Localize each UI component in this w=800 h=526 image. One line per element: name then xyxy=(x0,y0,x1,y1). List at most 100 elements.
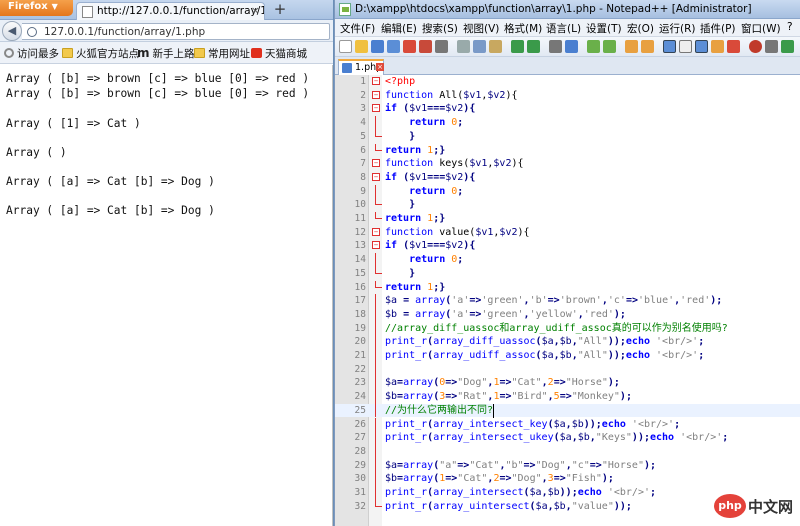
line-number: 32 xyxy=(354,500,366,512)
line-number: 1 xyxy=(360,76,366,87)
page-icon xyxy=(82,6,93,18)
fold-collapse-icon[interactable]: − xyxy=(372,90,380,99)
find-icon[interactable] xyxy=(549,40,562,53)
browser-tab[interactable]: http://127.0.0.1/function/array/1.php × xyxy=(76,2,265,20)
bookmark-common-sites[interactable]: 常用网址 xyxy=(194,46,250,61)
close-file-icon[interactable] xyxy=(403,40,416,53)
cut-icon[interactable] xyxy=(457,40,470,53)
open-folder-icon[interactable] xyxy=(355,40,368,53)
fold-collapse-icon[interactable]: − xyxy=(372,104,380,113)
menu-macro[interactable]: 宏(O) xyxy=(627,21,654,36)
code-text: $a=array("a"=>"Cat","b"=>"Dog","c"=>"Hor… xyxy=(385,459,657,471)
menu-language[interactable]: 语言(L) xyxy=(546,21,581,36)
redo-icon[interactable] xyxy=(527,40,540,53)
fold-collapse-icon[interactable]: − xyxy=(372,172,380,181)
code-text: return 0; xyxy=(409,117,464,129)
menu-edit[interactable]: 编辑(E) xyxy=(381,21,417,36)
bookmark-most-visited[interactable]: 访问最多 xyxy=(4,46,59,61)
back-button[interactable]: ◀ xyxy=(2,21,22,41)
fold-line xyxy=(375,472,376,486)
gear-icon xyxy=(4,48,14,58)
undo-icon[interactable] xyxy=(511,40,524,53)
bookmark-tmall[interactable]: 天猫商城 xyxy=(251,46,307,61)
indent-guide-icon[interactable] xyxy=(695,40,708,53)
code-line: 18 $b = array('a'=>'green','yellow','red'… xyxy=(335,307,800,322)
code-text: $b=array(1=>"Cat",2=>"Dog",3=>"Fish"); xyxy=(385,473,614,485)
line-number: 9 xyxy=(360,185,366,197)
code-text: print_r(array_intersect($a,$b));echo '<b… xyxy=(385,487,657,498)
menu-plugins[interactable]: 插件(P) xyxy=(700,21,736,36)
code-text: print_r(array_uintersect($a,$b,"value"))… xyxy=(385,500,632,512)
menu-window[interactable]: 窗口(W) xyxy=(741,21,781,36)
code-text: print_r(array_intersect_ukey($a,$b,"Keys… xyxy=(385,432,729,444)
line-number: 6 xyxy=(360,144,366,156)
fold-collapse-icon[interactable]: − xyxy=(372,159,380,168)
menu-settings[interactable]: 设置(T) xyxy=(586,21,622,36)
close-icon[interactable]: × xyxy=(251,4,260,17)
stop-macro-icon[interactable] xyxy=(765,40,778,53)
fold-collapse-icon[interactable]: − xyxy=(372,77,380,85)
menu-run[interactable]: 运行(R) xyxy=(659,21,696,36)
document-tab[interactable]: 1.php × xyxy=(338,59,384,75)
close-icon[interactable]: × xyxy=(376,63,384,71)
fold-line xyxy=(375,321,376,336)
copy-icon[interactable] xyxy=(473,40,486,53)
replace-icon[interactable] xyxy=(565,40,578,53)
globe-icon xyxy=(27,27,37,37)
word-wrap-icon[interactable] xyxy=(663,40,676,53)
code-line-current: 25 //为什么它两输出不同? xyxy=(335,403,800,418)
code-text: } xyxy=(409,267,416,279)
save-all-icon[interactable] xyxy=(387,40,400,53)
sync-horizontal-icon[interactable] xyxy=(641,40,654,53)
code-text: $a=array(0=>"Dog",1=>"Cat",2=>"Horse"); xyxy=(385,377,620,389)
fold-line xyxy=(375,307,376,322)
fold-end xyxy=(375,499,382,507)
menu-view[interactable]: 视图(V) xyxy=(463,21,499,36)
bookmark-label: 访问最多 xyxy=(17,48,59,60)
tab-strip: Firefox ▼ http://127.0.0.1/function/array… xyxy=(0,0,333,20)
code-editor[interactable]: 1− <?php 2− function All($v1,$v2){ 3− if ($… xyxy=(335,75,800,526)
play-macro-icon[interactable] xyxy=(781,40,794,53)
menu-format[interactable]: 格式(M) xyxy=(504,21,542,36)
code-text: if ($v1===$v2){ xyxy=(385,240,476,252)
paste-icon[interactable] xyxy=(489,40,502,53)
menu-search[interactable]: 搜索(S) xyxy=(422,21,458,36)
output-line: Array ( ) xyxy=(6,146,67,159)
fold-line xyxy=(375,376,376,391)
line-number: 15 xyxy=(354,267,366,279)
navigation-bar: ◀ 127.0.0.1/function/array/1.php xyxy=(0,20,333,42)
fold-line xyxy=(375,444,376,459)
bookmark-label: 天猫商城 xyxy=(265,48,307,60)
fold-collapse-icon[interactable]: − xyxy=(372,227,380,236)
user-language-icon[interactable] xyxy=(711,40,724,53)
menu-file[interactable]: 文件(F) xyxy=(340,21,375,36)
code-text: return 0; xyxy=(409,185,464,197)
show-all-chars-icon[interactable] xyxy=(679,40,692,53)
document-map-icon[interactable] xyxy=(727,40,740,53)
zoom-out-icon[interactable] xyxy=(603,40,616,53)
print-icon[interactable] xyxy=(435,40,448,53)
menu-help[interactable]: ? xyxy=(787,21,793,33)
save-icon[interactable] xyxy=(371,40,384,53)
new-tab-button[interactable]: + xyxy=(271,1,289,18)
line-number: 2 xyxy=(360,89,366,101)
new-file-icon[interactable] xyxy=(339,40,352,53)
firefox-window: Firefox ▼ http://127.0.0.1/function/array… xyxy=(0,0,333,526)
output-line: Array ( [1] => Cat ) xyxy=(6,117,141,130)
line-number: 21 xyxy=(354,350,366,361)
bookmark-getting-started[interactable]: m 新手上路 xyxy=(137,46,195,61)
bookmark-firefox-site[interactable]: 火狐官方站点 xyxy=(62,46,139,61)
close-all-icon[interactable] xyxy=(419,40,432,53)
fold-collapse-icon[interactable]: − xyxy=(372,241,380,250)
code-line: 15 } xyxy=(335,266,800,281)
tab-title: http://127.0.0.1/function/array/1.php xyxy=(97,5,264,17)
record-macro-icon[interactable] xyxy=(749,40,762,53)
output-line: Array ( [b] => brown [c] => blue [0] => … xyxy=(6,72,310,85)
zoom-in-icon[interactable] xyxy=(587,40,600,53)
sync-scroll-icon[interactable] xyxy=(625,40,638,53)
line-number: 22 xyxy=(354,363,366,375)
firefox-menu-button[interactable]: Firefox ▼ xyxy=(0,0,73,16)
line-number: 18 xyxy=(354,308,366,320)
url-bar[interactable]: 127.0.0.1/function/array/1.php xyxy=(22,23,330,40)
code-text: $b=array(3=>"Rat",1=>"Bird",5=>"Monkey")… xyxy=(385,391,632,403)
